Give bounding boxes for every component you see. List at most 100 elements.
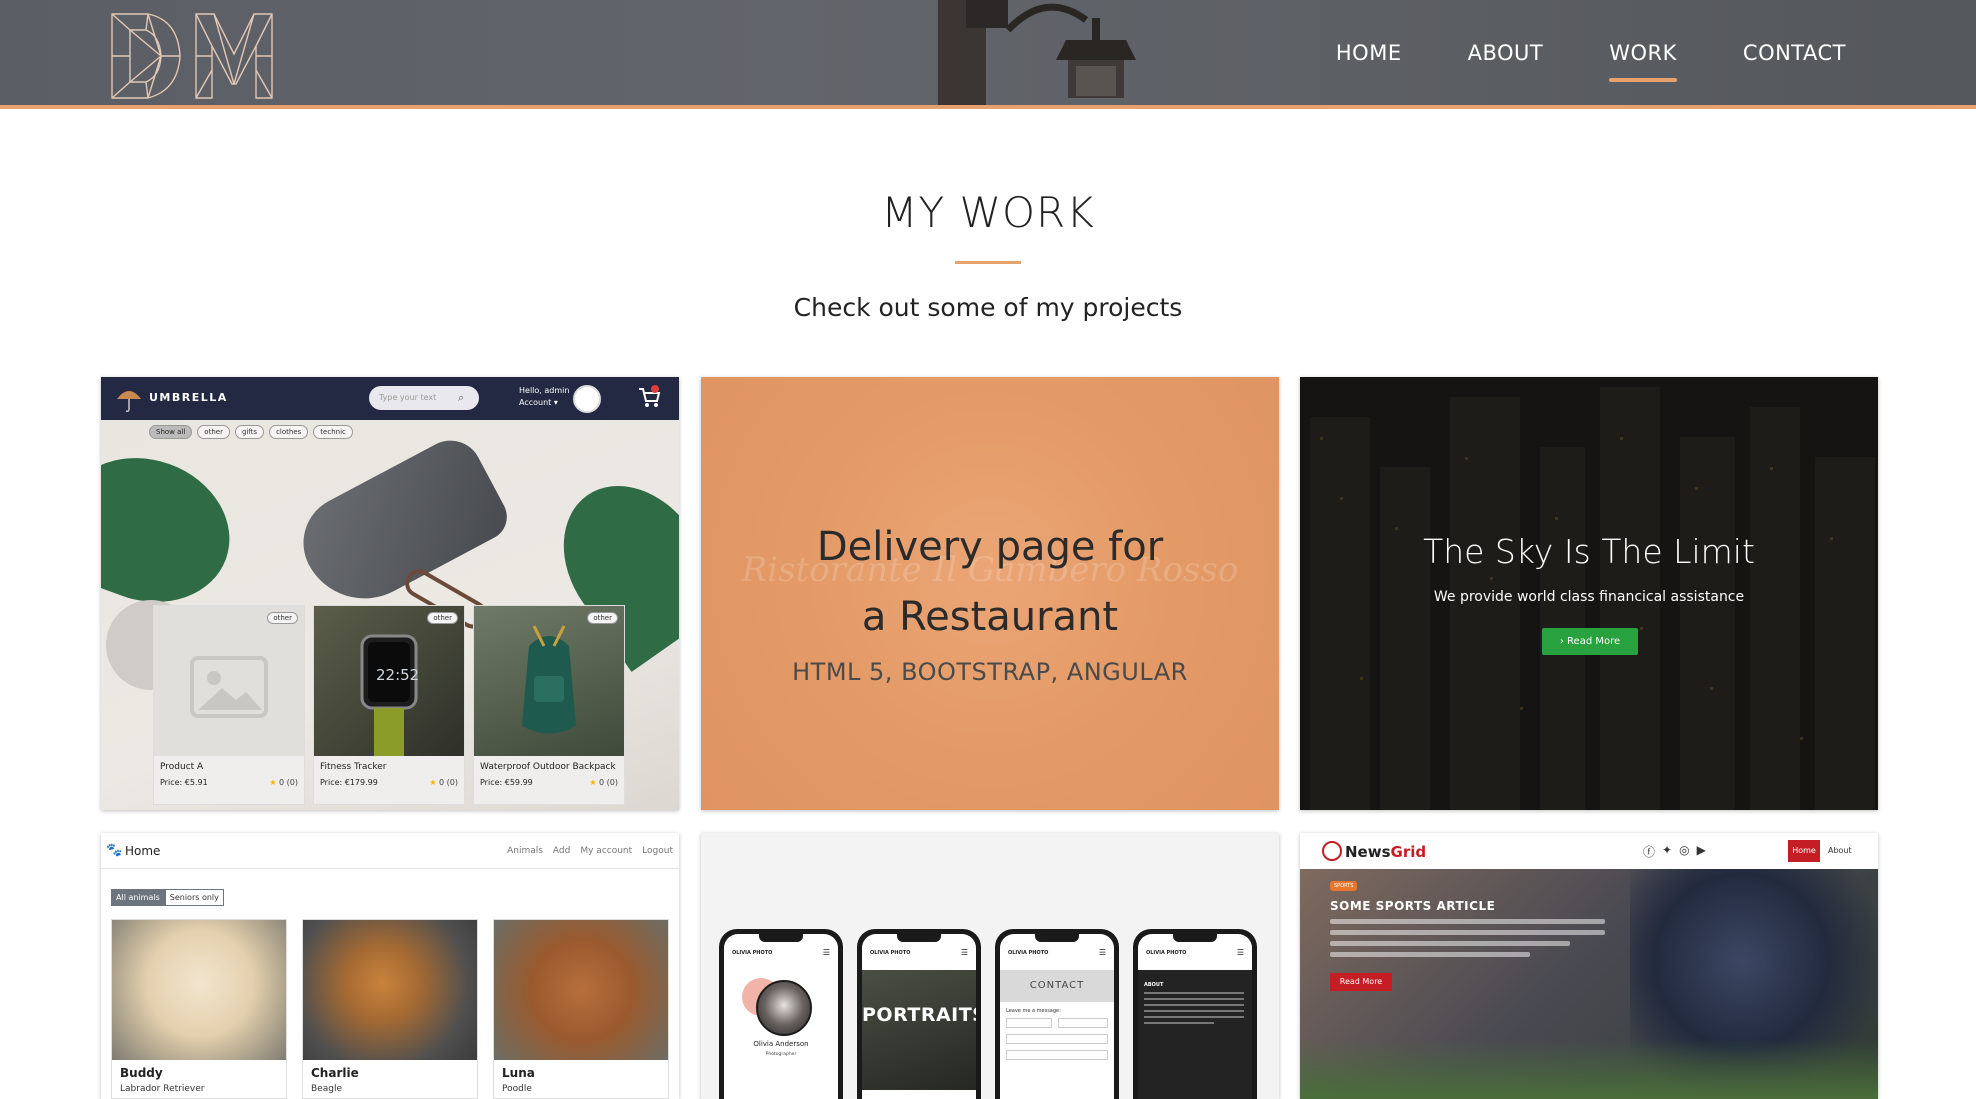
contact-form-field[interactable]	[1006, 1018, 1052, 1028]
nav-contact[interactable]: CONTACT	[1743, 41, 1846, 65]
cart-icon[interactable]	[637, 385, 661, 409]
project-technologies: HTML 5, BOOTSTRAP, ANGULAR	[792, 658, 1188, 686]
read-more-button[interactable]: › Read More	[1542, 628, 1638, 655]
chip-technic[interactable]: technic	[313, 425, 353, 439]
search-icon[interactable]: ⌕	[458, 391, 464, 405]
umbrella-account-menu[interactable]: Hello, admin Account ▾	[519, 385, 569, 409]
news-brand-a: News	[1345, 843, 1391, 861]
phone-mockup: OLIVIA PHOTO ☰ CONTACT Leave me a messag…	[995, 929, 1119, 1099]
youtube-icon[interactable]: ▶	[1697, 843, 1706, 860]
project-card-newsgrid[interactable]: NewsGrid ⓕ ✦ ◎ ▶ Home About SPORTS SOME …	[1300, 833, 1878, 1099]
contact-heading: CONTACT	[1029, 980, 1085, 991]
product-card[interactable]: 22:52 other Fitness Tracker Price: €179.…	[313, 605, 465, 805]
avatar[interactable]	[573, 385, 601, 413]
product-name: Fitness Tracker	[320, 762, 387, 772]
portraits-banner	[862, 970, 976, 1090]
pet-card[interactable]: Luna Poodle	[493, 919, 669, 1099]
account-dropdown[interactable]: Account ▾	[519, 397, 569, 409]
nav-link-logout[interactable]: Logout	[642, 846, 673, 856]
phone-mockup: OLIVIA PHOTO ☰ PORTRAITS	[857, 929, 981, 1099]
phone-mockup: OLIVIA PHOTO ☰ Olivia Anderson Photograp…	[719, 929, 843, 1099]
umbrella-icon	[117, 391, 141, 412]
star-icon: ★	[589, 778, 597, 787]
product-card[interactable]: other Waterproof Outdoor Backpack Price:…	[473, 605, 625, 805]
svg-text:22:52: 22:52	[376, 666, 419, 684]
news-brand: NewsGrid	[1345, 843, 1426, 861]
profile-photo	[756, 980, 812, 1036]
product-tag: other	[587, 612, 618, 624]
nav-home[interactable]: HOME	[1336, 41, 1402, 65]
street-lamp-photo	[938, 0, 1136, 105]
chip-clothes[interactable]: clothes	[269, 425, 309, 439]
hamburger-menu-icon: ☰	[960, 948, 968, 957]
chip-show-all[interactable]: Show all	[149, 425, 193, 439]
phone-brand: OLIVIA PHOTO	[1008, 950, 1049, 956]
news-nav-about[interactable]: About	[1828, 846, 1852, 855]
project-card-umbrella[interactable]: UMBRELLA Type your text ⌕ Hello, admin A…	[101, 377, 679, 810]
site-header: HOME ABOUT WORK CONTACT	[0, 0, 1976, 109]
project-title: Delivery page for a Restaurant	[701, 512, 1279, 652]
paw-icon: 🐾	[106, 843, 123, 858]
pet-card[interactable]: Buddy Labrador Retriever	[111, 919, 287, 1099]
product-tag: other	[267, 612, 298, 624]
twitter-icon[interactable]: ✦	[1662, 843, 1672, 860]
pet-card[interactable]: Charlie Beagle	[302, 919, 478, 1099]
project-card-photographer[interactable]: OLIVIA PHOTO ☰ Olivia Anderson Photograp…	[701, 833, 1279, 1099]
dog-photo	[494, 920, 668, 1060]
nav-link-my-account[interactable]: My account	[580, 846, 632, 856]
portraits-heading: PORTRAITS	[862, 1004, 976, 1026]
globe-icon	[1322, 841, 1342, 861]
instagram-icon[interactable]: ◎	[1679, 843, 1689, 860]
chip-gifts[interactable]: gifts	[234, 425, 265, 439]
project-title-line1: Delivery page for	[816, 524, 1164, 570]
project-title-line2: a Restaurant	[861, 594, 1119, 640]
animal-filter-tabs: All animals Seniors only	[111, 889, 224, 906]
photographer-name: Olivia Anderson	[753, 1040, 809, 1048]
tab-seniors-only[interactable]: Seniors only	[164, 889, 224, 906]
dm-logo[interactable]	[108, 10, 276, 102]
product-card[interactable]: other Product A Price: €5.91 ★ 0 (0)	[153, 605, 305, 805]
fitness-tracker-image: 22:52	[314, 606, 464, 756]
tab-all-animals[interactable]: All animals	[111, 889, 165, 906]
contact-form-field[interactable]	[1058, 1018, 1108, 1028]
star-icon: ★	[429, 778, 437, 787]
news-nav-home[interactable]: Home	[1788, 840, 1820, 862]
nav-link-add[interactable]: Add	[553, 846, 570, 856]
news-brand-b: Grid	[1390, 843, 1427, 861]
phone-brand: OLIVIA PHOTO	[1146, 950, 1187, 956]
animals-home-link[interactable]: Home	[125, 844, 160, 858]
pet-breed: Beagle	[311, 1084, 342, 1094]
contact-form-field[interactable]	[1006, 1034, 1108, 1044]
news-read-more-button[interactable]: Read More	[1330, 973, 1392, 991]
phone-brand: OLIVIA PHOTO	[732, 950, 773, 956]
category-badge: SPORTS	[1330, 881, 1358, 891]
title-underline	[955, 261, 1021, 264]
dog-photo	[112, 920, 286, 1060]
nav-about[interactable]: ABOUT	[1468, 41, 1544, 65]
product-rating: ★ 0 (0)	[269, 778, 298, 787]
leaf-decoration	[101, 435, 250, 625]
product-name: Product A	[160, 762, 204, 772]
photographer-role: Photographer	[765, 1052, 797, 1057]
contact-form-field[interactable]	[1006, 1050, 1108, 1060]
project-card-finance[interactable]: The Sky Is The Limit We provide world cl…	[1300, 377, 1878, 810]
product-tag: other	[427, 612, 458, 624]
project-card-animals[interactable]: 🐾 Home Animals Add My account Logout All…	[101, 833, 679, 1099]
umbrella-topbar: UMBRELLA Type your text ⌕ Hello, admin A…	[101, 377, 679, 420]
section-subtitle: Check out some of my projects	[793, 293, 1183, 322]
chip-other[interactable]: other	[197, 425, 230, 439]
phone-brand: OLIVIA PHOTO	[870, 950, 911, 956]
product-rating: ★ 0 (0)	[589, 778, 618, 787]
nav-work[interactable]: WORK	[1609, 41, 1677, 82]
about-heading: ABOUT	[1144, 982, 1164, 988]
news-headline: SOME SPORTS ARTICLE	[1330, 899, 1496, 913]
main-nav: HOME ABOUT WORK CONTACT	[1336, 0, 1846, 105]
social-links: ⓕ ✦ ◎ ▶	[1643, 843, 1706, 860]
nav-link-animals[interactable]: Animals	[507, 846, 543, 856]
project-card-restaurant[interactable]: Ristorante Il Gambero Rosso Delivery pag…	[701, 377, 1279, 810]
greeting-text: Hello, admin	[519, 386, 570, 395]
contact-prompt: Leave me a message:	[1006, 1008, 1061, 1014]
product-price: Price: €5.91	[160, 778, 208, 787]
facebook-icon[interactable]: ⓕ	[1643, 843, 1655, 860]
dog-photo	[303, 920, 477, 1060]
